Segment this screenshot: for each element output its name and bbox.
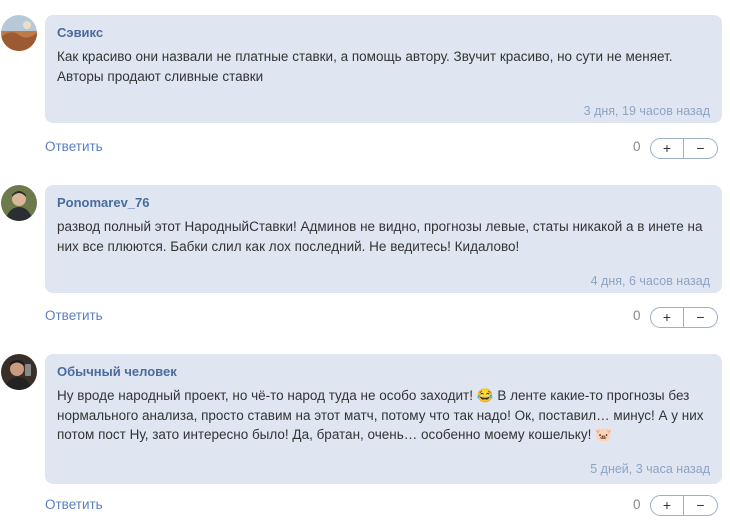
comment-text: Как красиво они назвали не платные ставк… [57, 49, 673, 84]
comment-text: Ну вроде народный проект, но чё-то народ… [57, 386, 710, 445]
reply-link[interactable]: Ответить [45, 139, 103, 154]
upvote-button[interactable]: + [650, 138, 684, 159]
comment-bubble: Обычный человек Ну вроде народный проект… [45, 354, 722, 484]
comment-author[interactable]: Ponomarev_76 [57, 195, 710, 211]
comment-bubble: Ponomarev_76 развод полный этот Народный… [45, 185, 722, 293]
user-photo-icon [1, 354, 37, 390]
downvote-button[interactable]: − [684, 138, 718, 159]
comment-time: 4 дня, 6 часов назад [590, 274, 710, 288]
laughing-emoji-icon: 😂 [476, 388, 494, 403]
downvote-button[interactable]: − [684, 307, 718, 328]
avatar[interactable] [1, 185, 37, 221]
comment-time: 3 дня, 19 часов назад [583, 104, 710, 118]
downvote-button[interactable]: − [684, 495, 718, 516]
vote-count: 0 [633, 497, 641, 512]
vote-count: 0 [633, 308, 641, 323]
upvote-button[interactable]: + [650, 495, 684, 516]
comment-author[interactable]: Обычный человек [57, 364, 710, 380]
comment-time: 5 дней, 3 часа назад [590, 462, 710, 476]
pig-emoji-icon: 🐷 [595, 427, 612, 442]
comment-text: развод полный этот НародныйСтавки! Админ… [57, 219, 703, 254]
comment-text-part: Ну вроде народный проект, но чё-то народ… [57, 388, 473, 403]
upvote-button[interactable]: + [650, 307, 684, 328]
reply-link[interactable]: Ответить [45, 308, 103, 323]
reply-link[interactable]: Ответить [45, 497, 103, 512]
comment-bubble: Сэвикс Как красиво они назвали не платны… [45, 15, 722, 123]
avatar[interactable] [1, 15, 37, 51]
comment-author[interactable]: Сэвикс [57, 25, 710, 41]
user-photo-icon [1, 15, 37, 51]
vote-count: 0 [633, 139, 641, 154]
avatar[interactable] [1, 354, 37, 390]
user-photo-icon [1, 185, 37, 221]
